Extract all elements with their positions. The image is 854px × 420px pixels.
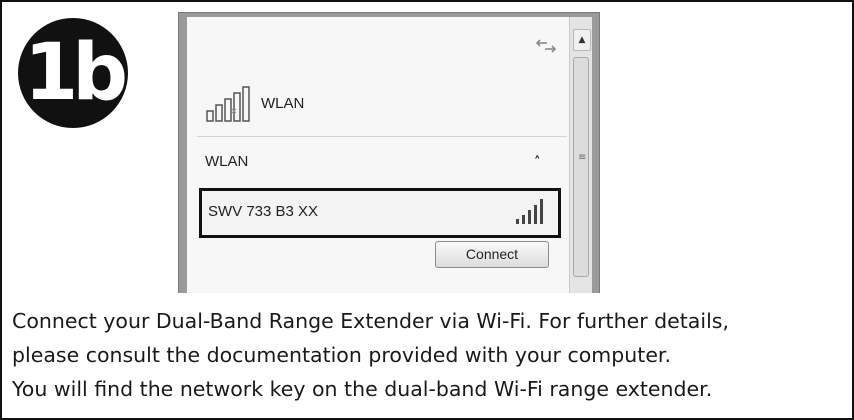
- wlan-group-header[interactable]: WLAN: [205, 153, 248, 170]
- wlan-connection-entry[interactable]: WLAN: [205, 85, 405, 125]
- step-number: 1b: [23, 28, 128, 118]
- network-list-panel: WLAN WLAN ˄ SWV 733 B3 XX Connect: [187, 17, 569, 293]
- instruction-line-2: please consult the documentation provide…: [12, 343, 671, 367]
- scroll-thumb[interactable]: ≡: [573, 57, 589, 277]
- thumb-grip-icon: ≡: [578, 152, 587, 163]
- chevron-up-icon[interactable]: ˄: [534, 155, 541, 170]
- connect-button[interactable]: Connect: [435, 241, 549, 268]
- signal-bars-icon: [205, 85, 255, 129]
- instruction-line-3: You will find the network key on the dua…: [12, 377, 713, 401]
- scroll-up-arrow-icon[interactable]: ▲: [573, 29, 591, 51]
- network-ssid: SWV 733 B3 XX: [208, 203, 319, 220]
- signal-strength-icon: [514, 197, 548, 231]
- instruction-text: Connect your Dual-Band Range Extender vi…: [12, 304, 842, 406]
- section-divider: [197, 136, 567, 137]
- refresh-icon[interactable]: [535, 37, 557, 55]
- instruction-frame: 1b WLAN WLAN ˄ SWV 733 B3 XX Connect ▲ ≡…: [0, 0, 854, 420]
- step-badge: 1b: [8, 18, 168, 128]
- network-flyout-window: WLAN WLAN ˄ SWV 733 B3 XX Connect ▲ ≡: [178, 12, 600, 293]
- wlan-connection-label: WLAN: [261, 95, 305, 112]
- network-list-item-selected[interactable]: SWV 733 B3 XX: [199, 188, 561, 238]
- scrollbar[interactable]: ▲ ≡: [569, 17, 592, 293]
- instruction-line-1: Connect your Dual-Band Range Extender vi…: [12, 309, 729, 333]
